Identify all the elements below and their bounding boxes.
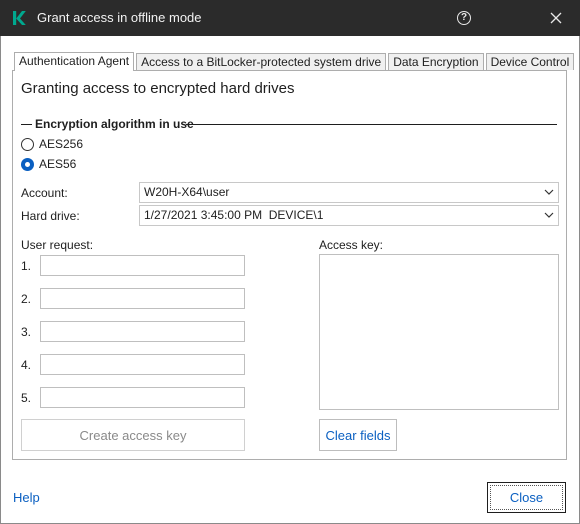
request-input-3[interactable] — [40, 321, 245, 342]
request-number-3: 3. — [21, 325, 32, 339]
tab-data-encryption[interactable]: Data Encryption — [388, 53, 484, 70]
group-divider-right — [186, 124, 557, 125]
clear-fields-button[interactable]: Clear fields — [319, 419, 397, 451]
access-key-field[interactable] — [319, 254, 559, 410]
close-button[interactable]: Close — [487, 482, 566, 513]
window-title: Grant access in offline mode — [37, 10, 202, 25]
request-input-2[interactable] — [40, 288, 245, 309]
radio-aes256-label: AES256 — [39, 137, 84, 151]
request-number-4: 4. — [21, 358, 32, 372]
account-label: Account: — [21, 186, 68, 200]
help-link[interactable]: Help — [13, 490, 40, 505]
close-window-button[interactable] — [538, 0, 574, 36]
radio-aes56[interactable]: AES56 — [21, 156, 141, 172]
tab-authentication-agent[interactable]: Authentication Agent — [14, 52, 135, 71]
create-access-key-button[interactable]: Create access key — [21, 419, 245, 451]
title-bar: Grant access in offline mode ? — [0, 0, 580, 36]
algorithm-group-label: Encryption algorithm in use — [33, 117, 196, 131]
account-select[interactable]: W20H-X64\user — [139, 182, 559, 203]
help-icon: ? — [457, 11, 471, 25]
hard-drive-value: 1/27/2021 3:45:00 PM DEVICE\1 — [144, 208, 324, 222]
tab-strip: Authentication Agent Access to a BitLock… — [14, 52, 576, 71]
page-heading: Granting access to encrypted hard drives — [21, 80, 295, 97]
radio-checked-icon[interactable] — [21, 157, 34, 171]
request-number-5: 5. — [21, 391, 32, 405]
user-request-label: User request: — [21, 238, 94, 252]
hard-drive-select[interactable]: 1/27/2021 3:45:00 PM DEVICE\1 — [139, 205, 559, 226]
kaspersky-logo-icon — [13, 11, 26, 25]
access-key-label: Access key: — [319, 238, 384, 252]
radio-aes256[interactable]: AES256 — [21, 136, 141, 152]
account-value: W20H-X64\user — [144, 185, 230, 199]
request-number-1: 1. — [21, 259, 32, 273]
group-divider-left — [21, 124, 32, 125]
help-button[interactable]: ? — [448, 0, 480, 36]
chevron-down-icon — [544, 212, 554, 218]
request-input-5[interactable] — [40, 387, 245, 408]
tab-device-control[interactable]: Device Control — [485, 53, 575, 70]
request-input-4[interactable] — [40, 354, 245, 375]
hard-drive-label: Hard drive: — [21, 209, 80, 223]
chevron-down-icon — [544, 189, 554, 195]
radio-unchecked-icon[interactable] — [21, 137, 34, 151]
radio-aes56-label: AES56 — [39, 157, 77, 171]
tab-bitlocker-system-drive[interactable]: Access to a BitLocker-protected system d… — [136, 53, 387, 70]
close-icon — [550, 12, 562, 24]
request-input-1[interactable] — [40, 255, 245, 276]
request-number-2: 2. — [21, 292, 32, 306]
